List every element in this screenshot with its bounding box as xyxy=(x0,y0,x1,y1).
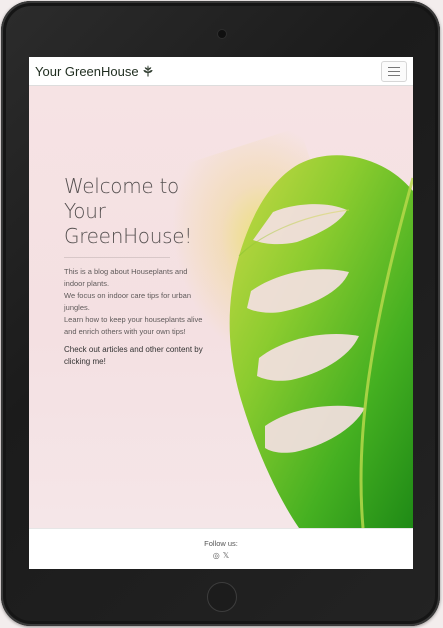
hero-divider xyxy=(64,257,170,258)
seedling-icon xyxy=(143,65,153,77)
follow-us-label: Follow us: xyxy=(204,539,238,548)
navbar-toggler-button[interactable] xyxy=(381,61,407,82)
hero-text-block: Welcome to Your GreenHouse! This is a bl… xyxy=(64,174,204,368)
instagram-icon[interactable]: ◎ xyxy=(213,551,220,560)
navbar: Your GreenHouse xyxy=(29,57,413,86)
brand-name: Your GreenHouse xyxy=(35,63,139,79)
x-icon[interactable]: 𝕏 xyxy=(223,551,229,560)
hero-cta-link[interactable]: Check out articles and other content by … xyxy=(64,344,204,368)
hamburger-icon-line xyxy=(388,70,400,73)
hamburger-icon-line xyxy=(388,75,400,77)
tablet-frame: Your GreenHouse Welcome to Your GreenHou… xyxy=(1,1,440,626)
hero-description-line-3: Learn how to keep your houseplants alive… xyxy=(64,315,203,336)
social-links: ◎ 𝕏 xyxy=(29,551,413,560)
hero-section: Welcome to Your GreenHouse! This is a bl… xyxy=(29,86,413,528)
brand-link[interactable]: Your GreenHouse xyxy=(35,64,154,79)
hero-title: Welcome to Your GreenHouse! xyxy=(64,174,192,248)
home-button[interactable] xyxy=(207,582,237,612)
web-page-screen: Your GreenHouse Welcome to Your GreenHou… xyxy=(29,57,413,569)
camera-icon xyxy=(218,30,226,38)
hero-description-line-1: This is a blog about Houseplants and ind… xyxy=(64,267,188,288)
hamburger-icon xyxy=(388,66,400,68)
footer: Follow us: ◎ 𝕏 xyxy=(29,528,413,569)
hero-description-line-2: We focus on indoor care tips for urban j… xyxy=(64,291,192,312)
